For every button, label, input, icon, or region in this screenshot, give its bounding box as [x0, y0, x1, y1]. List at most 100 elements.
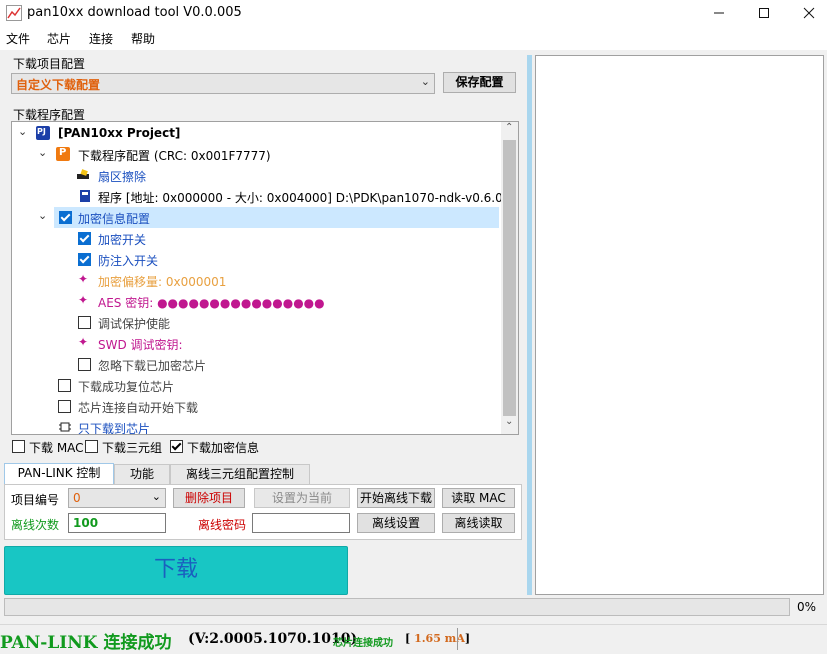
project-no-select[interactable]: 0 ⌄: [68, 488, 166, 508]
tree-node-program-file[interactable]: 程序 [地址: 0x000000 - 大小: 0x004000] D:\PDK\…: [12, 186, 514, 207]
offline-count-label: 离线次数: [11, 518, 60, 532]
sparkle-icon: ✦: [78, 293, 89, 307]
encrypt-config-label: 加密信息配置: [78, 212, 151, 226]
tree-node-aes-key[interactable]: ✦ AES 密钥: ●●●●●●●●●●●●●●●●: [12, 291, 499, 312]
window-title: pan10xx download tool V0.0.005: [27, 5, 242, 20]
download-button[interactable]: 下载: [4, 546, 348, 595]
tree-node-swd-key[interactable]: ✦ SWD 调试密钥:: [12, 333, 499, 354]
progress-text: 0%: [797, 600, 817, 614]
firmware-version: (V:2.0005.1070.1010): [188, 631, 358, 647]
tree-node-ignore-encrypted[interactable]: 忽略下载已加密芯片: [12, 354, 499, 375]
tree-node-encrypt-config[interactable]: 加密信息配置: [54, 207, 499, 228]
tab-panlink[interactable]: PAN-LINK 控制: [4, 463, 114, 485]
app-icon: [6, 5, 22, 21]
tab-offline-triple[interactable]: 离线三元组配置控制: [170, 464, 310, 484]
tree-node-project[interactable]: ⌄ PJ [PAN10xx Project]: [12, 123, 499, 144]
auto-start-label: 芯片连接自动开始下载: [78, 401, 199, 415]
menu-connect[interactable]: 连接: [89, 30, 113, 47]
set-current-button[interactable]: 设置为当前: [254, 488, 350, 508]
tree-node-sector-erase[interactable]: 扇区擦除: [12, 165, 499, 186]
debug-protect-checkbox[interactable]: [78, 316, 91, 329]
connection-status: PAN-LINK 连接成功: [0, 633, 172, 653]
menu-chip[interactable]: 芯片: [47, 30, 71, 47]
download-mac-checkbox[interactable]: [12, 440, 25, 453]
tree-node-auto-start[interactable]: 芯片连接自动开始下载: [12, 396, 499, 417]
download-project-label: 下载项目配置: [13, 57, 86, 71]
auto-start-checkbox[interactable]: [58, 400, 71, 413]
tree-node-program[interactable]: ⌄ P 下载程序配置 (CRC: 0x001F7777): [12, 144, 499, 165]
close-icon: [803, 7, 815, 19]
offline-password-input[interactable]: [252, 513, 350, 533]
chip-icon: [58, 420, 72, 434]
file-icon: [78, 189, 92, 203]
scrollbar-thumb[interactable]: [503, 140, 516, 416]
chevron-down-icon: ⌄: [420, 75, 430, 88]
minimize-icon: [714, 12, 724, 14]
program-file-label: 程序 [地址: 0x000000 - 大小: 0x004000] D:\PDK\…: [98, 191, 515, 205]
ignore-encrypted-label: 忽略下载已加密芯片: [98, 359, 207, 373]
tree-scrollbar[interactable]: ⌃ ⌄: [501, 122, 518, 434]
progress-bar: [4, 598, 790, 616]
save-config-button[interactable]: 保存配置: [443, 72, 516, 93]
project-config-value: 自定义下载配置: [16, 78, 101, 92]
tree-node-anti-inject[interactable]: 防注入开关: [12, 249, 499, 270]
start-offline-button[interactable]: 开始离线下载: [357, 488, 435, 508]
encrypt-switch-label: 加密开关: [98, 233, 147, 247]
maximize-button[interactable]: [741, 0, 787, 26]
sparkle-icon: ✦: [78, 335, 89, 349]
reset-after-label: 下载成功复位芯片: [78, 380, 175, 394]
chevron-down-icon[interactable]: ⌄: [38, 146, 47, 159]
offline-settings-button[interactable]: 离线设置: [357, 513, 435, 533]
encrypt-offset-label: 加密偏移量: 0x000001: [98, 275, 227, 289]
download-triple-label: 下载三元组: [102, 441, 163, 455]
tree-node-reset-after[interactable]: 下载成功复位芯片: [12, 375, 499, 396]
reset-after-checkbox[interactable]: [58, 379, 71, 392]
offline-read-button[interactable]: 离线读取: [442, 513, 515, 533]
log-panel[interactable]: [535, 55, 824, 595]
program-tree[interactable]: ⌄ PJ [PAN10xx Project] ⌄ P 下载程序配置 (CRC: …: [11, 121, 519, 435]
current-reading: [ 1.65 mA]: [405, 632, 470, 645]
project-no-label: 项目编号: [11, 493, 60, 507]
scroll-up-icon[interactable]: ⌃: [505, 122, 513, 133]
download-mac-label: 下载 MAC: [29, 441, 84, 455]
current-close-bracket: ]: [464, 632, 471, 645]
project-label: [PAN10xx Project]: [58, 126, 181, 140]
chevron-down-icon[interactable]: ⌄: [38, 209, 47, 222]
download-only-label: 只下载到芯片: [78, 422, 151, 435]
tree-node-encrypt-switch[interactable]: 加密开关: [12, 228, 499, 249]
project-icon: PJ: [36, 126, 50, 140]
encrypt-switch-checkbox[interactable]: [78, 232, 91, 245]
menu-help[interactable]: 帮助: [131, 30, 155, 47]
sector-erase-label: 扇区擦除: [98, 170, 147, 184]
tab-function[interactable]: 功能: [114, 464, 170, 484]
current-open-bracket: [: [405, 632, 411, 645]
download-encrypt-label: 下载加密信息: [187, 441, 260, 455]
ignore-encrypted-checkbox[interactable]: [78, 358, 91, 371]
chevron-down-icon[interactable]: ⌄: [18, 125, 27, 138]
anti-inject-label: 防注入开关: [98, 254, 159, 268]
offline-count-input[interactable]: 100: [68, 513, 166, 533]
anti-inject-checkbox[interactable]: [78, 253, 91, 266]
scroll-down-icon[interactable]: ⌄: [505, 416, 513, 427]
aes-key-label: AES 密钥: ●●●●●●●●●●●●●●●●: [98, 296, 325, 310]
tree-node-encrypt-offset[interactable]: ✦ 加密偏移量: 0x000001: [12, 270, 499, 291]
download-encrypt-checkbox[interactable]: [170, 440, 183, 453]
download-triple-checkbox[interactable]: [85, 440, 98, 453]
chip-status: 芯片连接成功: [333, 638, 393, 649]
program-config-node-label: 下载程序配置 (CRC: 0x001F7777): [78, 149, 271, 163]
tree-node-download-only[interactable]: 只下载到芯片: [12, 417, 499, 435]
close-button[interactable]: [786, 0, 827, 26]
swd-key-label: SWD 调试密钥:: [98, 338, 183, 352]
chevron-down-icon: ⌄: [151, 490, 161, 503]
menu-bar: [0, 26, 827, 50]
panel-splitter[interactable]: [527, 55, 532, 595]
tree-node-debug-protect[interactable]: 调试保护使能: [12, 312, 499, 333]
delete-project-button[interactable]: 删除项目: [173, 488, 245, 508]
menu-file[interactable]: 文件: [6, 30, 30, 47]
project-config-select[interactable]: 自定义下载配置 ⌄: [11, 73, 435, 94]
encrypt-config-checkbox[interactable]: [59, 211, 72, 224]
read-mac-button[interactable]: 读取 MAC: [442, 488, 515, 508]
program-config-icon: P: [56, 147, 70, 161]
offline-password-label: 离线密码: [198, 518, 247, 532]
minimize-button[interactable]: [696, 0, 742, 26]
